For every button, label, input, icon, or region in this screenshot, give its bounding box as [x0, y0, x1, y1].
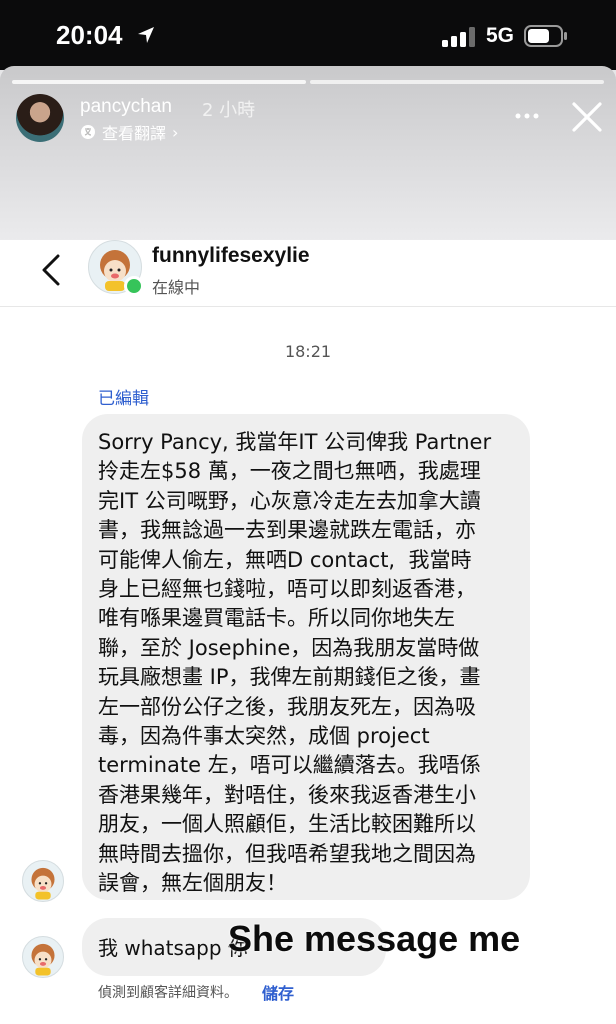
- cartoon-avatar-icon: [31, 943, 55, 976]
- sender-avatar[interactable]: [22, 860, 64, 902]
- more-options-icon[interactable]: [512, 104, 542, 128]
- network-type: 5G: [486, 24, 515, 47]
- close-icon[interactable]: [570, 100, 604, 134]
- message-text: 我 whatsapp 你: [98, 936, 248, 960]
- story-caption-text: She message me: [228, 918, 521, 959]
- sender-avatar[interactable]: [22, 936, 64, 978]
- edited-label: 已編輯: [98, 389, 149, 409]
- cellular-signal-icon: [442, 27, 475, 47]
- battery-icon: [524, 25, 567, 47]
- back-chevron-icon[interactable]: [34, 250, 68, 290]
- message-bubble[interactable]: Sorry Pancy, 我當年IT 公司俾我 Partner 拎走左$58 萬…: [82, 414, 530, 900]
- contact-username[interactable]: funnylifesexylie: [152, 244, 310, 268]
- see-translation-button[interactable]: 查看翻譯 ›: [80, 120, 178, 144]
- chevron-right-icon: ›: [172, 122, 179, 142]
- cartoon-avatar-icon: [31, 867, 55, 900]
- chat-header: funnylifesexylie 在線中: [0, 240, 616, 307]
- story-header: [0, 66, 616, 246]
- status-time: 20:04: [56, 20, 123, 50]
- status-bar: 20:04 5G: [0, 0, 616, 70]
- story-progress-bar: [310, 80, 604, 84]
- detected-details-note: 偵測到顧客詳細資料。: [98, 985, 238, 1001]
- contact-status: 在線中: [152, 278, 201, 297]
- chat-screenshot: funnylifesexylie 在線中 18:21 已編輯 Sorry Pan…: [0, 240, 616, 1024]
- translate-icon: [81, 125, 95, 139]
- save-button[interactable]: 儲存: [262, 980, 294, 1004]
- message-timestamp: 18:21: [284, 342, 332, 361]
- message-text: Sorry Pancy, 我當年IT 公司俾我 Partner 拎走左$58 萬…: [98, 430, 492, 896]
- story-age: 2 小時: [202, 100, 256, 121]
- online-status-dot: [124, 276, 144, 296]
- story-username[interactable]: pancychan: [80, 96, 172, 118]
- story-avatar[interactable]: [16, 94, 64, 142]
- story-progress-bar: [12, 80, 306, 84]
- see-translation-label: 查看翻譯: [102, 124, 167, 143]
- location-arrow-icon: [138, 27, 154, 43]
